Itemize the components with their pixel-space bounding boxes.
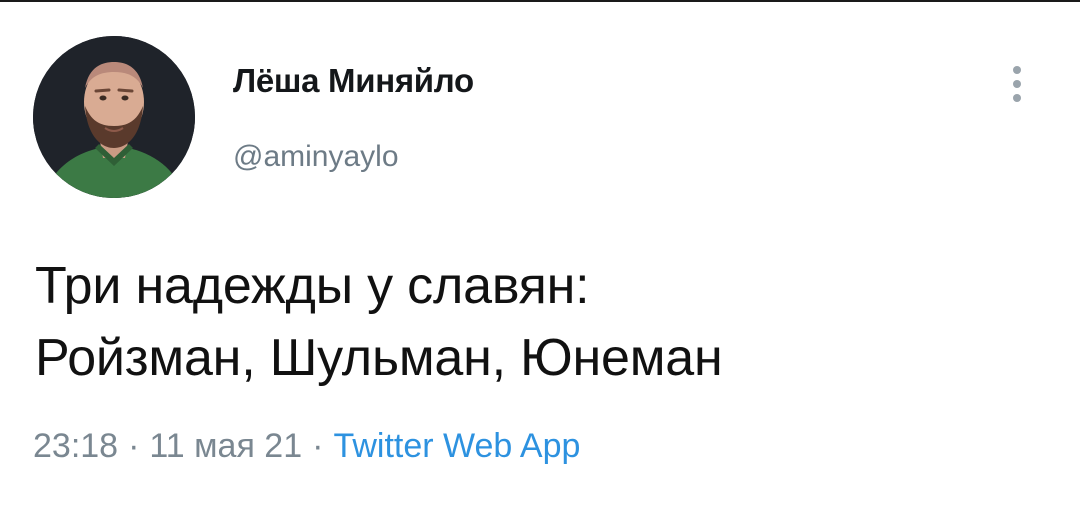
more-options-button[interactable] [1006, 62, 1028, 110]
tweet-text-line: Три надежды у славян: [35, 257, 590, 315]
tweet-source-link[interactable]: Twitter Web App [333, 427, 580, 465]
author-display-name[interactable]: Лёша Миняйло [233, 62, 474, 100]
avatar-photo [33, 36, 195, 198]
tweet-date[interactable]: 11 мая 21 [149, 427, 302, 465]
more-vertical-icon [1013, 66, 1021, 102]
tweet-text-line: Ройзман, Шульман, Юнеман [35, 329, 723, 387]
meta-separator: · [128, 427, 140, 465]
meta-separator: · [312, 427, 324, 465]
author-handle[interactable]: @aminyaylo [233, 140, 399, 174]
tweet-time[interactable]: 23:18 [33, 427, 118, 465]
tweet-text: Три надежды у славян: Ройзман, Шульман, … [35, 250, 1035, 394]
tweet-meta: 23:18 · 11 мая 21 · Twitter Web App [33, 427, 580, 466]
avatar[interactable] [33, 36, 195, 198]
top-divider [0, 0, 1080, 2]
